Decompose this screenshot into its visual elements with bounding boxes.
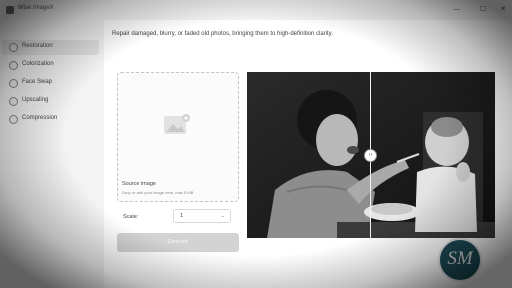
- sidebar-item-label: Restoration: [22, 43, 53, 49]
- sidebar-item-restoration[interactable]: Restoration: [2, 40, 99, 55]
- close-button[interactable]: ✕: [496, 3, 510, 15]
- sidebar-item-label: Colorization: [22, 61, 54, 67]
- colorization-icon: [9, 61, 18, 70]
- generate-button-label: Generate: [167, 239, 189, 245]
- generate-button[interactable]: Generate: [117, 233, 239, 252]
- upscaling-icon: [9, 97, 18, 106]
- scale-value: 1: [180, 213, 184, 219]
- compare-slider-icon[interactable]: ‹›: [364, 149, 377, 162]
- sidebar-item-label: Upscaling: [22, 97, 49, 103]
- image-icon: [164, 114, 190, 134]
- page-description: Repair damaged, blurry, or faded old pho…: [112, 31, 333, 37]
- restoration-icon: [9, 43, 18, 52]
- app-logo-icon: [6, 6, 14, 14]
- face-swap-icon: [9, 79, 18, 88]
- source-image-hint: Drop or add your image here, max 5 MB: [122, 190, 194, 195]
- sidebar-item-label: Compression: [22, 115, 58, 121]
- scale-label: Scale:: [123, 214, 139, 220]
- minimize-button[interactable]: —: [450, 3, 464, 15]
- sidebar-item-upscaling[interactable]: Upscaling: [2, 94, 99, 109]
- watermark-logo: SM: [438, 238, 482, 282]
- compare-handle-glyph: ‹›: [368, 152, 373, 158]
- sidebar-item-compression[interactable]: Compression: [2, 112, 99, 127]
- watermark-text: SM: [447, 248, 473, 269]
- chevron-down-icon: ⌄: [220, 213, 225, 219]
- sidebar-item-label: Face Swap: [22, 79, 53, 85]
- compression-icon: [9, 115, 18, 124]
- title-bar: Wise ImageX — ☐ ✕: [0, 0, 512, 20]
- source-image-title: Source image: [122, 181, 156, 187]
- app-title: Wise ImageX: [18, 5, 54, 11]
- sidebar-item-colorization[interactable]: Colorization: [2, 58, 99, 73]
- sidebar-item-face-swap[interactable]: Face Swap: [2, 76, 99, 91]
- sidebar: Restoration Colorization Face Swap Upsca…: [0, 20, 104, 288]
- scale-select[interactable]: 1 ⌄: [173, 209, 231, 223]
- maximize-button[interactable]: ☐: [476, 3, 490, 15]
